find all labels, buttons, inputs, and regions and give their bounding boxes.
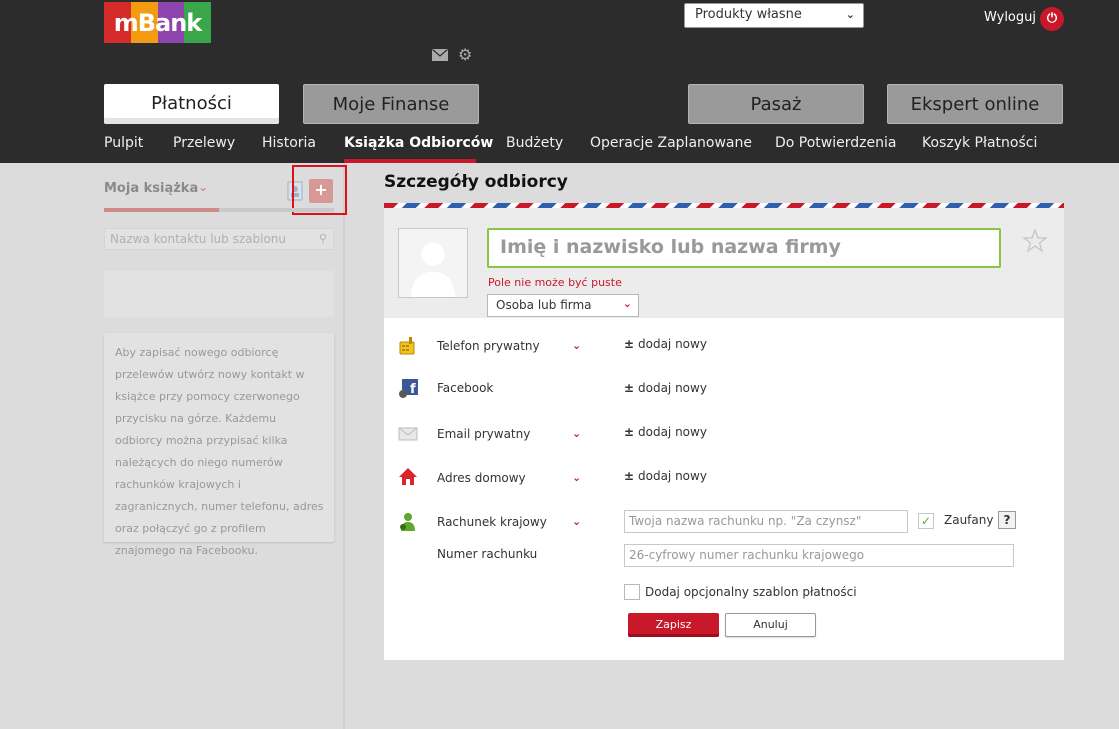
subnav-przelewy[interactable]: Przelewy	[173, 135, 235, 151]
header: mBank Produkty własne ⌄ Wyloguj ⏻ ⚙ Płat…	[0, 0, 1119, 163]
subnav-ksiazka-odbiorcow[interactable]: Książka Odbiorców	[344, 135, 493, 151]
recipient-type-select[interactable]: Osoba lub firma ⌄	[487, 294, 639, 317]
add-address-label: dodaj nowy	[638, 469, 707, 483]
recipient-type-value: Osoba lub firma	[496, 298, 592, 312]
add-email-label: dodaj nowy	[638, 425, 707, 439]
sidebar-title[interactable]: Moja książka	[104, 181, 198, 196]
subnav-koszyk-platnosci[interactable]: Koszyk Płatności	[922, 135, 1037, 151]
facebook-icon: f	[399, 379, 418, 398]
logout-link[interactable]: Wyloguj	[984, 10, 1036, 25]
account-name-input[interactable]: Twoja nazwa rachunku np. "Za czynsz"	[624, 510, 908, 533]
subnav-historia[interactable]: Historia	[262, 135, 316, 151]
products-select-value: Produkty własne	[695, 7, 802, 22]
chevron-down-icon[interactable]: ⌄	[572, 427, 581, 440]
address-label: Adres domowy	[437, 471, 526, 485]
save-button[interactable]: Zapisz	[628, 613, 719, 637]
account-number-label: Numer rachunku	[437, 547, 538, 561]
facebook-label: Facebook	[437, 381, 494, 395]
sidebar-progress-fill	[104, 208, 219, 212]
add-phone-label: dodaj nowy	[638, 337, 707, 351]
trusted-label: Zaufany	[944, 513, 994, 527]
sidebar-progress	[104, 208, 334, 212]
plus-minus-icon: ±	[624, 337, 635, 351]
subnav-budzety[interactable]: Budżety	[506, 135, 563, 151]
chevron-down-icon[interactable]: ⌄	[572, 339, 581, 352]
empty-contact-list	[104, 271, 334, 317]
template-label: Dodaj opcjonalny szablon płatności	[645, 585, 857, 599]
checkmark-icon: ✓	[920, 514, 932, 528]
page-title: Szczegóły odbiorcy	[384, 172, 568, 192]
subnav-operacje-zaplanowane[interactable]: Operacje Zaplanowane	[590, 135, 752, 151]
add-email-link[interactable]: ± dodaj nowy	[624, 425, 707, 439]
envelope-icon	[398, 427, 418, 441]
products-select[interactable]: Produkty własne ⌄	[684, 3, 864, 28]
cancel-button[interactable]: Anuluj	[725, 613, 816, 637]
add-facebook-link[interactable]: ± dodaj nowy	[624, 381, 707, 395]
gear-icon[interactable]: ⚙	[458, 47, 474, 63]
tab-ekspert-online[interactable]: Ekspert online	[887, 84, 1063, 124]
tab-platnosci[interactable]: Płatności	[104, 84, 279, 124]
power-icon[interactable]: ⏻	[1040, 7, 1064, 31]
avatar-placeholder[interactable]	[398, 228, 468, 298]
logo-text: mBank	[113, 8, 203, 37]
recipient-details-card: Imię i nazwisko lub nazwa firmy Pole nie…	[384, 203, 1064, 660]
chevron-down-icon[interactable]: ⌄	[572, 471, 581, 484]
add-facebook-label: dodaj nowy	[638, 381, 707, 395]
name-error-message: Pole nie może być puste	[488, 276, 622, 289]
tab-pasaz[interactable]: Pasaż	[688, 84, 864, 124]
add-phone-link[interactable]: ± dodaj nowy	[624, 337, 707, 351]
search-placeholder: Nazwa kontaktu lub szablonu	[110, 232, 286, 246]
phone-label: Telefon prywatny	[437, 339, 540, 353]
search-icon[interactable]: ⚲	[319, 232, 327, 245]
chevron-down-icon[interactable]: ⌄	[572, 515, 581, 528]
mail-icon[interactable]	[432, 49, 448, 61]
recipient-name-input[interactable]: Imię i nazwisko lub nazwa firmy	[487, 228, 1001, 268]
account-label: Rachunek krajowy	[437, 515, 547, 529]
help-button[interactable]: ?	[998, 511, 1016, 529]
phone-icon	[399, 337, 415, 355]
sidebar: Moja książka ⌄ + Nazwa kontaktu lub szab…	[0, 163, 347, 729]
svg-text:f: f	[410, 382, 416, 397]
template-checkbox[interactable]	[624, 584, 640, 600]
add-address-link[interactable]: ± dodaj nowy	[624, 469, 707, 483]
plus-minus-icon: ±	[624, 425, 635, 439]
star-icon[interactable]	[1022, 228, 1048, 254]
account-number-input[interactable]: 26-cyfrowy numer rachunku krajowego	[624, 544, 1014, 567]
recipient-header: Imię i nazwisko lub nazwa firmy Pole nie…	[384, 208, 1064, 318]
house-icon	[399, 468, 417, 485]
account-person-icon	[400, 513, 415, 531]
chevron-down-icon[interactable]: ⌄	[198, 180, 208, 194]
info-box: Aby zapisać nowego odbiorcę przelewów ut…	[104, 333, 334, 557]
chevron-down-icon: ⌄	[622, 297, 632, 310]
subnav-do-potwierdzenia[interactable]: Do Potwierdzenia	[775, 135, 896, 151]
trusted-checkbox[interactable]: ✓	[918, 513, 934, 529]
subnav-pulpit[interactable]: Pulpit	[104, 135, 143, 151]
plus-minus-icon: ±	[624, 381, 635, 395]
mbank-logo[interactable]: mBank	[104, 2, 211, 43]
chevron-down-icon: ⌄	[845, 8, 855, 21]
search-input[interactable]: Nazwa kontaktu lub szablonu ⚲	[104, 228, 334, 250]
active-tab-indicator	[344, 159, 476, 163]
tab-moje-finanse[interactable]: Moje Finanse	[303, 84, 479, 124]
plus-minus-icon: ±	[624, 469, 635, 483]
email-label: Email prywatny	[437, 427, 531, 441]
